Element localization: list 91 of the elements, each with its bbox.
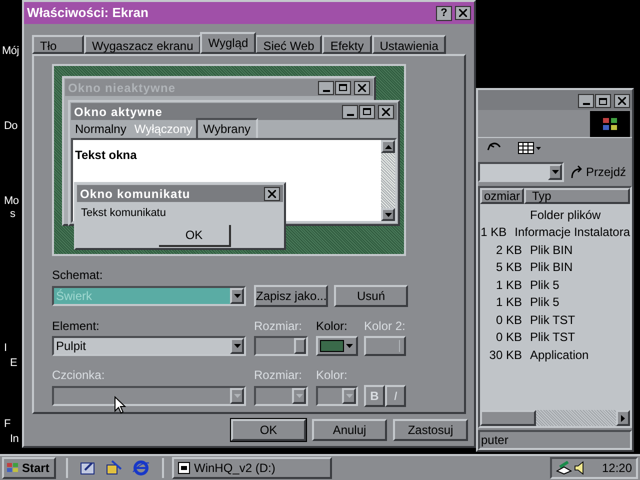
field-label: Schemat:: [52, 268, 104, 282]
desktop-icon-label: s: [10, 208, 16, 221]
dialog-button[interactable]: Zapisz jako...: [254, 285, 328, 307]
minimize-icon[interactable]: [318, 80, 334, 94]
dialog-button[interactable]: OK: [231, 419, 306, 441]
table-cell-text: 30 KB: [488, 346, 523, 364]
window-icon: [178, 462, 190, 474]
tab[interactable]: Wygląd: [200, 32, 256, 54]
maximize-icon[interactable]: [335, 80, 351, 94]
tab[interactable]: Ustawienia: [372, 35, 446, 54]
tab[interactable]: Sieć Web: [255, 35, 322, 54]
mouse-cursor-icon: [114, 396, 126, 414]
go-button[interactable]: Przejdź: [568, 163, 628, 181]
browser-icon[interactable]: [132, 460, 150, 476]
dialog-button[interactable]: Zastosuj: [393, 419, 468, 441]
dialog-button[interactable]: Usuń: [334, 285, 408, 307]
field-label: Element:: [52, 319, 100, 333]
table-cell-text: Application: [529, 346, 589, 364]
windows-logo-icon: [590, 110, 630, 136]
table-cell-text: Informacje Instalatora: [514, 224, 630, 242]
table-cell-text: Plik BIN: [529, 259, 573, 276]
maximize-icon[interactable]: [595, 94, 611, 108]
close-icon[interactable]: [455, 6, 471, 20]
table-cell-text: 0 KB: [494, 312, 523, 329]
speaker-icon[interactable]: [574, 461, 584, 475]
field-label: Kolor 2:: [364, 319, 406, 333]
desktop-icon-label: I: [4, 342, 7, 355]
table-cell-text: 1 KB: [480, 224, 508, 242]
table-cell-text: Plik 5: [529, 276, 560, 294]
table-cell-text: Plik TST: [529, 312, 576, 329]
desktop-icon[interactable]: [80, 460, 96, 476]
desktop-icon-label: Do: [4, 120, 18, 133]
table-cell-text: 5 KB: [494, 259, 523, 276]
desktop-icon-label: Mo: [4, 195, 19, 208]
size-spinner[interactable]: [254, 336, 308, 356]
color-picker[interactable]: [316, 336, 358, 356]
column-header[interactable]: ozmiar: [480, 188, 524, 204]
desktop-icon-label: In: [10, 433, 19, 446]
maximize-icon[interactable]: [359, 104, 375, 118]
close-icon[interactable]: [264, 186, 280, 200]
window-title: Okno aktywne: [74, 104, 163, 120]
desktop-icon-label: E: [10, 357, 18, 370]
table-cell-text: Folder plików: [529, 206, 601, 224]
menu-item[interactable]: Normalny: [71, 120, 130, 138]
minimize-icon[interactable]: [578, 94, 594, 108]
field-label: Rozmiar:: [254, 368, 304, 382]
table-cell-text: 1 KB: [494, 276, 523, 294]
column-header[interactable]: Typ: [524, 188, 630, 204]
color-picker[interactable]: [364, 336, 406, 356]
scroll-down-icon[interactable]: [381, 208, 395, 221]
window-title: Właściwości: Ekran: [27, 4, 148, 22]
tab[interactable]: Efekty: [322, 35, 372, 54]
table-cell-text: 2 KB: [494, 242, 523, 259]
dropdown-arrow-icon: [346, 344, 353, 348]
windows-logo-icon: [6, 462, 20, 474]
start-button[interactable]: Start: [2, 457, 56, 479]
desktop-icon-label: Mój: [2, 45, 19, 58]
help-button[interactable]: ?: [436, 6, 452, 20]
minimize-icon[interactable]: [342, 104, 358, 118]
field-label: Czcionka:: [52, 368, 106, 382]
window-title: Okno komunikatu: [80, 186, 190, 202]
desktop-icon-label: F: [4, 418, 10, 431]
tab[interactable]: Tło: [32, 35, 84, 54]
address-field[interactable]: [478, 162, 564, 182]
field-label: Rozmiar:: [254, 319, 304, 333]
scroll-up-icon[interactable]: [381, 140, 395, 153]
close-icon[interactable]: [614, 94, 630, 108]
message-text: Tekst komunikatu: [80, 206, 167, 221]
table-cell-text: Plik BIN: [529, 242, 573, 259]
status-bar: puter: [478, 430, 632, 450]
clock: 12:20: [602, 460, 632, 477]
window-text: Tekst okna: [75, 148, 137, 162]
field-label: Kolor:: [316, 368, 348, 382]
scroll-right-icon[interactable]: [616, 410, 630, 426]
taskbar-button[interactable]: WinHQ_v2 (D:): [172, 457, 332, 479]
view-grid-icon[interactable]: [518, 142, 542, 154]
dialog-button[interactable]: Anuluj: [312, 419, 387, 441]
table-cell-text: Plik 5: [529, 294, 560, 312]
table-cell-text: 1 KB: [494, 294, 523, 312]
table-cell-text: Plik TST: [529, 329, 576, 346]
close-icon[interactable]: [354, 80, 370, 94]
element-dropdown[interactable]: Pulpit: [52, 336, 246, 356]
tab[interactable]: Wygaszacz ekranu: [84, 35, 202, 54]
channels-icon[interactable]: [106, 460, 122, 476]
network-icon[interactable]: [556, 461, 572, 475]
scrollbar-thumb[interactable]: [480, 410, 536, 426]
arrow-icon: [570, 165, 584, 179]
field-label: Kolor:: [316, 319, 348, 333]
close-icon[interactable]: [378, 104, 394, 118]
ok-button[interactable]: OK: [159, 224, 231, 246]
table-cell-text: 0 KB: [494, 329, 523, 346]
